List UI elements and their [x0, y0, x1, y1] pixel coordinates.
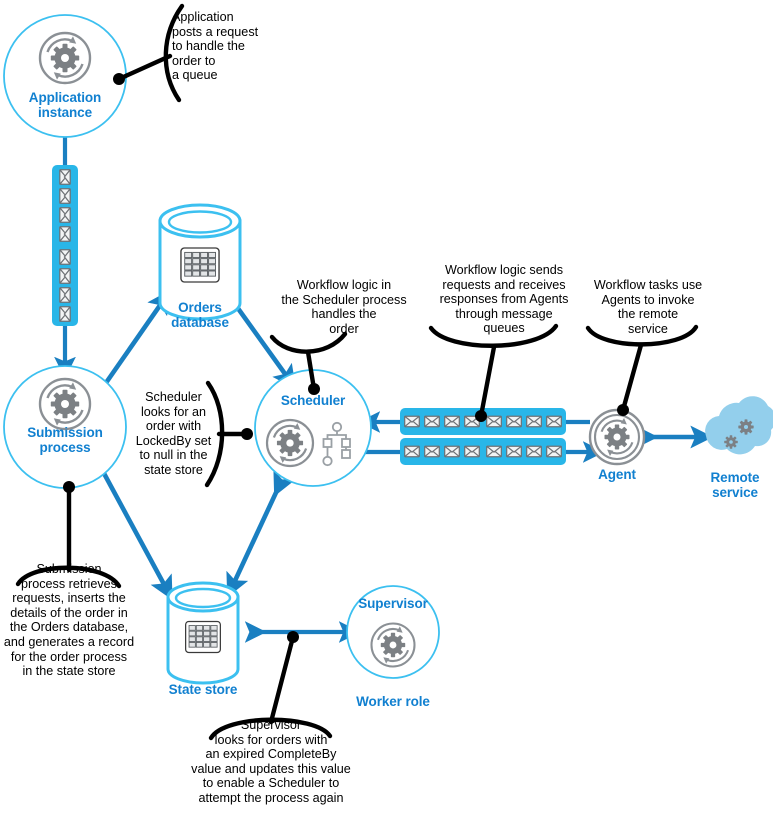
cloud-gears-icon-2: [724, 435, 738, 449]
callout-supervisor-completeby: Supervisor looks for orders with an expi…: [191, 718, 351, 805]
architecture-diagram: Application instance Submission process Or…: [0, 0, 773, 818]
submission-process-label: Submission process: [27, 425, 103, 455]
supervisor-label: Supervisor: [358, 596, 428, 611]
database-table-icon: [180, 247, 220, 283]
submission-queue: [52, 165, 78, 326]
callout-submission-retrieves: Submission process retrieves requests, i…: [3, 562, 135, 679]
application-instance-label: Application instance: [28, 90, 102, 120]
node-remote-service[interactable]: [705, 396, 773, 455]
callout-workflow-tasks: Workflow tasks use Agents to invoke the …: [593, 278, 703, 336]
state-store-label: State store: [168, 682, 238, 697]
orders-database-label: Orders database: [171, 300, 229, 330]
callout-scheduler-lockedby: Scheduler looks for an order with Locked…: [135, 390, 212, 477]
callout-application-posts: Application posts a request to handle th…: [172, 10, 259, 83]
callout-workflow-logic: Workflow logic in the Scheduler process …: [281, 278, 407, 336]
connector-arrows: [54, 137, 714, 643]
node-agent[interactable]: [588, 408, 646, 466]
database-table-icon: [185, 620, 221, 654]
node-state-store[interactable]: [166, 581, 240, 685]
cloud-shape: [705, 396, 773, 455]
agent-label: Agent: [598, 467, 636, 482]
worker-role-label: Worker role: [356, 694, 430, 709]
remote-service-label: Remote service: [710, 470, 760, 500]
cloud-gears-icon: [738, 419, 754, 435]
callout-workflow-messages: Workflow logic sends requests and receiv…: [439, 263, 569, 336]
callout-workflow-tasks-bracket: [585, 324, 699, 416]
conn-scheduler-to-state: [226, 469, 296, 598]
scheduler-label: Scheduler: [280, 393, 346, 408]
response-queue: [400, 438, 566, 465]
callout-workflow-messages-bracket: [428, 323, 559, 422]
